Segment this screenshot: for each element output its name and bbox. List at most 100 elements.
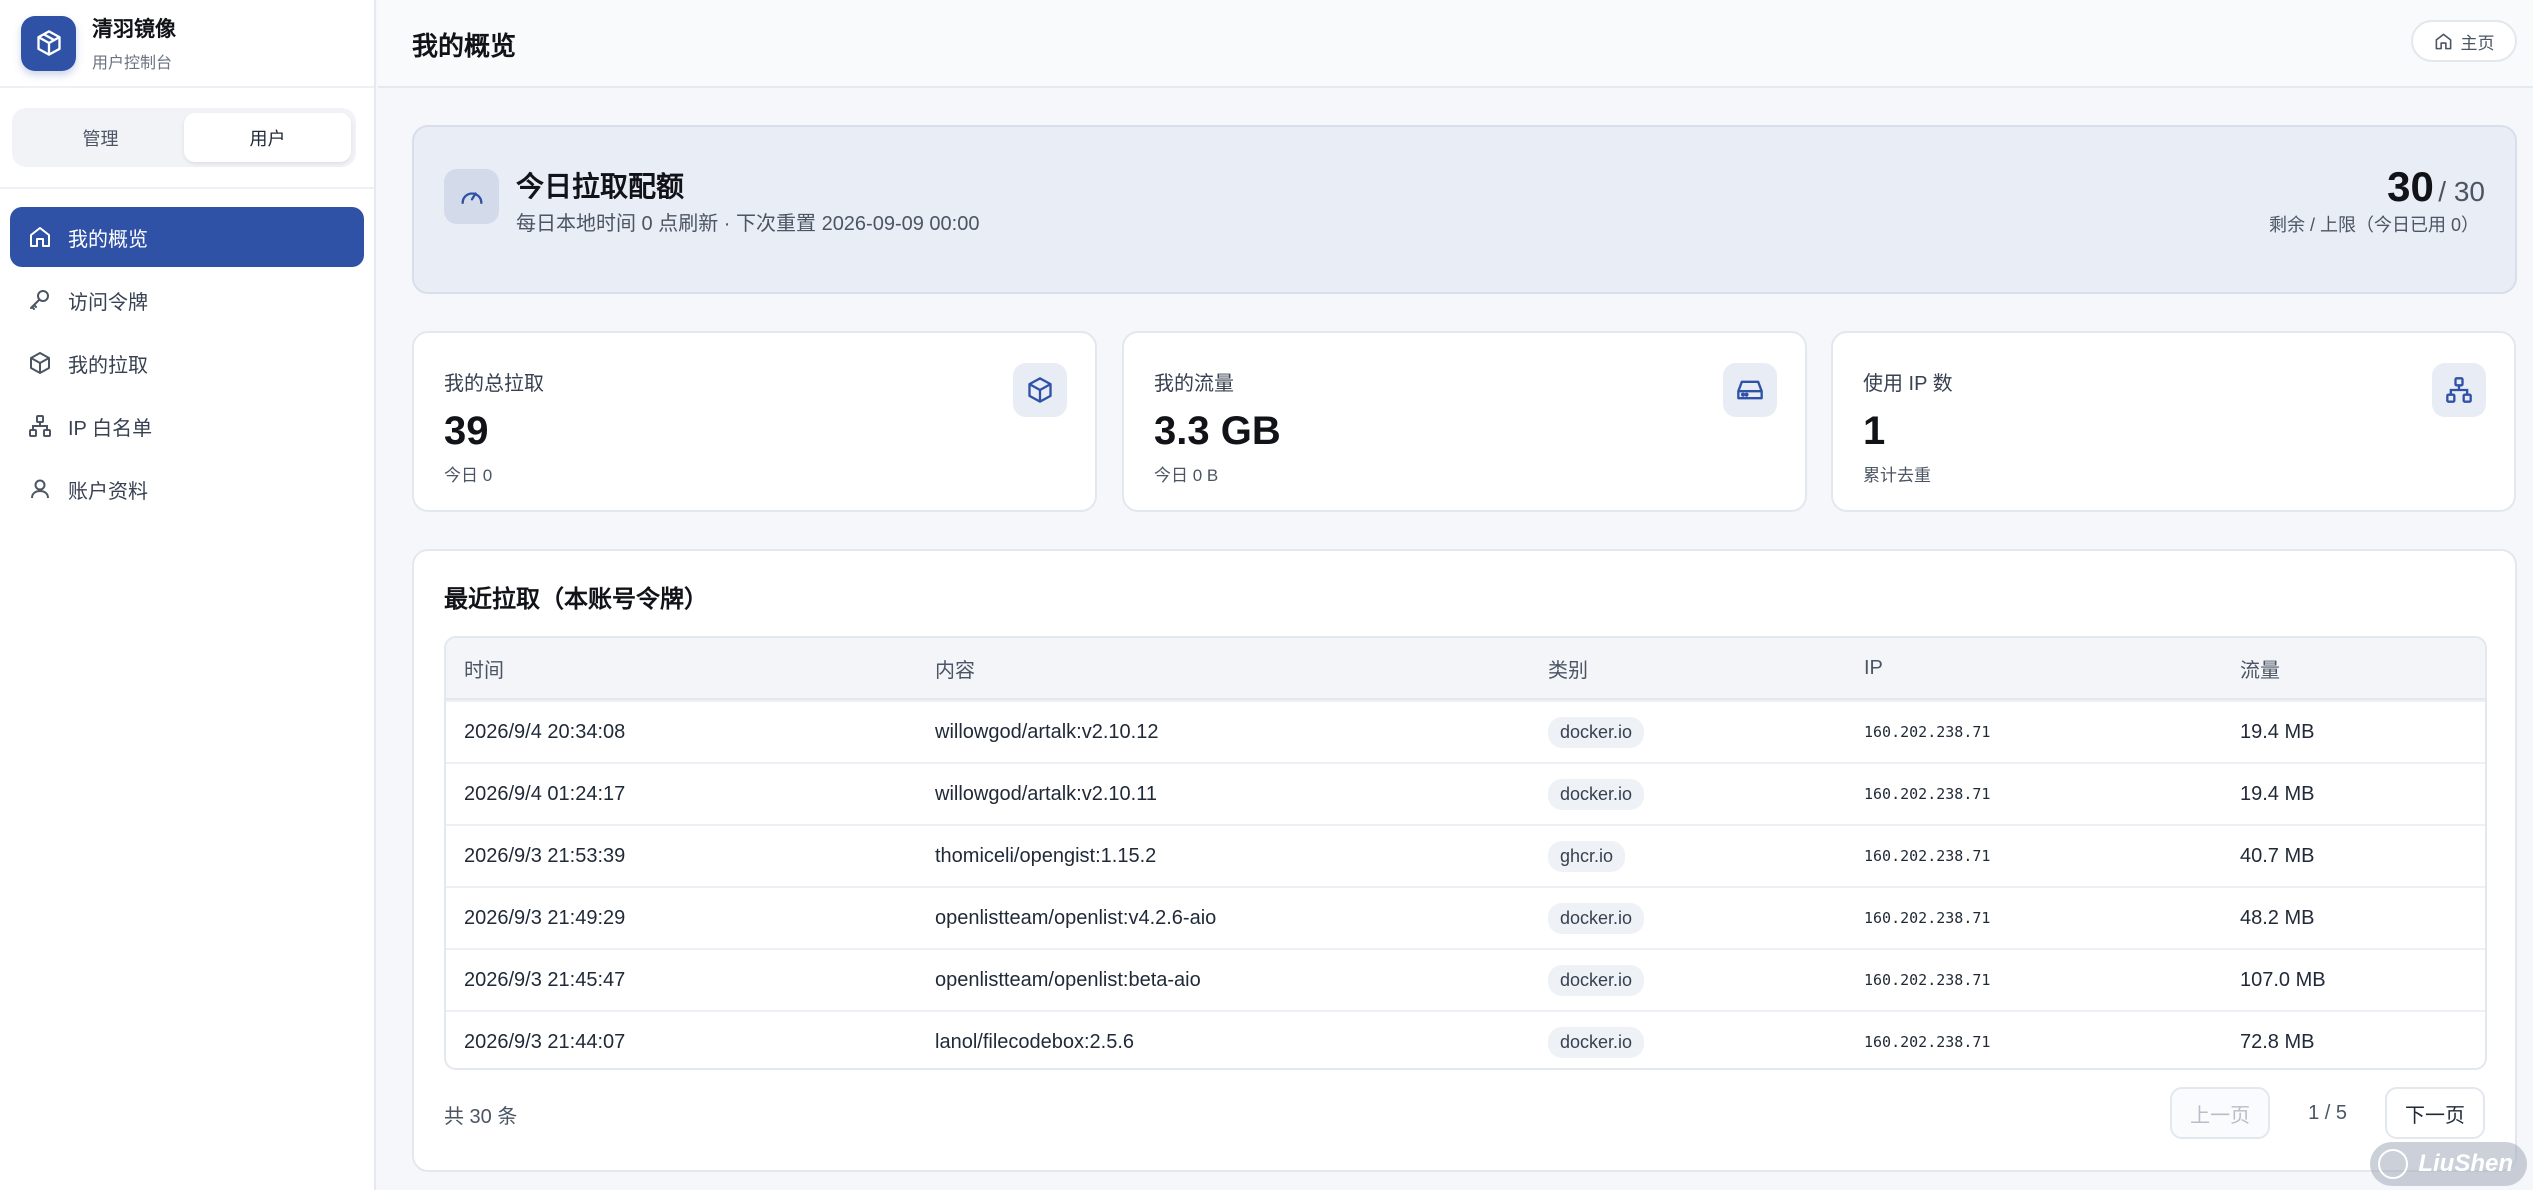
package-icon bbox=[30, 352, 50, 374]
home-icon bbox=[2435, 33, 2451, 49]
sidebar-item-ip-whitelist[interactable]: IP 白名单 bbox=[10, 396, 364, 456]
recent-table: 时间 内容 类别 IP 流量 2026/9/4 20:34:08 willowg… bbox=[444, 636, 2487, 1070]
cell-content: openlistteam/openlist:beta-aio bbox=[935, 968, 1201, 991]
network-icon bbox=[29, 415, 51, 437]
registry-badge: docker.io bbox=[1548, 716, 1645, 748]
cell-traffic: 19.4 MB bbox=[2240, 720, 2315, 743]
column-header: IP bbox=[1864, 656, 1883, 679]
column-header: 内容 bbox=[935, 659, 975, 682]
cell-content: lanol/filecodebox:2.5.6 bbox=[935, 1030, 1135, 1053]
stat-sub: 今日 0 B bbox=[1154, 466, 1219, 485]
cell-traffic: 40.7 MB bbox=[2240, 844, 2315, 867]
page-title: 我的概览 bbox=[412, 31, 517, 61]
sidebar-nav: 我的概览 访问令牌 我的拉取 IP 白名单 账户资料 bbox=[0, 189, 374, 519]
column-header: 时间 bbox=[464, 659, 504, 682]
cell-ip: 160.202.238.71 bbox=[1864, 847, 1991, 865]
cell-content: openlistteam/openlist:v4.2.6-aio bbox=[935, 906, 1217, 929]
brand: 清羽镜像 用户控制台 bbox=[0, 0, 374, 88]
quota-title: 今日拉取配额 bbox=[516, 171, 685, 202]
cell-time: 2026/9/4 01:24:17 bbox=[464, 782, 626, 805]
home-icon bbox=[30, 227, 50, 247]
table-row: 2026/9/4 20:34:08 willowgod/artalk:v2.10… bbox=[446, 700, 2485, 762]
brand-title: 清羽镜像 bbox=[92, 18, 176, 41]
stat-value: 3.3 GB bbox=[1154, 409, 1281, 453]
table-row: 2026/9/3 21:44:07 lanol/filecodebox:2.5.… bbox=[446, 1010, 2485, 1068]
sidebar-item-label: 账户资料 bbox=[68, 480, 148, 503]
table-row: 2026/9/3 21:45:47 openlistteam/openlist:… bbox=[446, 948, 2485, 1010]
cell-time: 2026/9/3 21:49:29 bbox=[464, 906, 626, 929]
table-row: 2026/9/3 21:49:29 openlistteam/openlist:… bbox=[446, 886, 2485, 948]
role-user-button[interactable]: 用户 bbox=[184, 113, 351, 162]
prev-page-button[interactable]: 上一页 bbox=[2170, 1087, 2271, 1139]
sidebar: 清羽镜像 用户控制台 管理 用户 我的概览 访问令牌 我的拉取 IP 白名单 账… bbox=[0, 0, 376, 1190]
cell-content: willowgod/artalk:v2.10.11 bbox=[935, 782, 1157, 805]
sidebar-item-pulls[interactable]: 我的拉取 bbox=[10, 333, 364, 393]
column-header: 类别 bbox=[1548, 659, 1588, 682]
cell-ip: 160.202.238.71 bbox=[1864, 971, 1991, 989]
recent-pulls-card: 最近拉取（本账号令牌） 时间 内容 类别 IP 流量 2026/9/4 20:3… bbox=[412, 549, 2517, 1172]
topbar: 我的概览 主页 bbox=[378, 0, 2533, 88]
registry-badge: docker.io bbox=[1548, 1026, 1645, 1058]
registry-badge: ghcr.io bbox=[1548, 840, 1626, 872]
brand-subtitle: 用户控制台 bbox=[92, 55, 173, 72]
quota-remaining: 30 bbox=[2387, 163, 2434, 210]
page-indicator: 1 / 5 bbox=[2308, 1101, 2347, 1124]
watermark-logo-icon bbox=[2378, 1149, 2409, 1179]
cell-time: 2026/9/3 21:53:39 bbox=[464, 844, 626, 867]
column-header: 流量 bbox=[2240, 659, 2280, 682]
stat-card-total-pulls: 我的总拉取 39 今日 0 bbox=[412, 331, 1097, 512]
home-button-label: 主页 bbox=[2460, 33, 2495, 53]
quota-card: 今日拉取配额 每日本地时间 0 点刷新 · 下次重置 2026-09-09 00… bbox=[412, 125, 2517, 294]
cell-ip: 160.202.238.71 bbox=[1864, 785, 1991, 803]
cell-traffic: 48.2 MB bbox=[2240, 906, 2315, 929]
cell-time: 2026/9/3 21:45:47 bbox=[464, 968, 626, 991]
stat-value: 1 bbox=[1863, 409, 1886, 453]
sidebar-item-label: 我的概览 bbox=[68, 228, 148, 251]
sidebar-item-profile[interactable]: 账户资料 bbox=[10, 459, 364, 519]
package-icon bbox=[1013, 363, 1067, 417]
home-button[interactable]: 主页 bbox=[2411, 20, 2517, 62]
key-icon bbox=[30, 290, 49, 310]
stat-label: 使用 IP 数 bbox=[1863, 373, 1953, 395]
stat-sub: 累计去重 bbox=[1863, 466, 1931, 485]
sidebar-item-label: IP 白名单 bbox=[68, 417, 153, 440]
quota-note: 剩余 / 上限（今日已用 0） bbox=[2268, 215, 2479, 235]
stat-value: 39 bbox=[444, 409, 489, 453]
sidebar-item-label: 我的拉取 bbox=[68, 354, 148, 377]
cell-ip: 160.202.238.71 bbox=[1864, 1033, 1991, 1051]
stat-label: 我的总拉取 bbox=[444, 373, 544, 395]
table-header: 时间 内容 类别 IP 流量 bbox=[446, 638, 2485, 700]
registry-badge: docker.io bbox=[1548, 778, 1645, 810]
role-admin-button[interactable]: 管理 bbox=[17, 113, 184, 162]
network-icon bbox=[2432, 363, 2486, 417]
registry-badge: docker.io bbox=[1548, 902, 1645, 934]
watermark-text: LiuShen bbox=[2418, 1150, 2513, 1177]
cell-time: 2026/9/3 21:44:07 bbox=[464, 1030, 626, 1053]
sidebar-item-tokens[interactable]: 访问令牌 bbox=[10, 270, 364, 330]
cell-time: 2026/9/4 20:34:08 bbox=[464, 720, 626, 743]
user-icon bbox=[31, 479, 49, 499]
cell-ip: 160.202.238.71 bbox=[1864, 909, 1991, 927]
total-count: 共 30 条 bbox=[444, 1106, 518, 1128]
brand-logo-icon bbox=[21, 15, 76, 71]
quota-subtitle: 每日本地时间 0 点刷新 · 下次重置 2026-09-09 00:00 bbox=[516, 213, 980, 235]
pagination: 上一页 1 / 5 下一页 bbox=[2170, 1087, 2485, 1139]
cell-content: willowgod/artalk:v2.10.12 bbox=[935, 720, 1159, 743]
quota-limit: / 30 bbox=[2438, 176, 2485, 207]
cell-content: thomiceli/opengist:1.15.2 bbox=[935, 844, 1157, 867]
drive-icon bbox=[1723, 363, 1777, 417]
stat-label: 我的流量 bbox=[1154, 373, 1234, 395]
cell-traffic: 19.4 MB bbox=[2240, 782, 2315, 805]
sidebar-item-overview[interactable]: 我的概览 bbox=[10, 207, 364, 267]
next-page-button[interactable]: 下一页 bbox=[2385, 1087, 2485, 1139]
recent-title: 最近拉取（本账号令牌） bbox=[444, 586, 708, 613]
cell-traffic: 107.0 MB bbox=[2240, 968, 2326, 991]
cell-traffic: 72.8 MB bbox=[2240, 1030, 2315, 1053]
stat-sub: 今日 0 bbox=[444, 466, 493, 485]
watermark: LiuShen bbox=[2370, 1142, 2527, 1186]
cell-ip: 160.202.238.71 bbox=[1864, 723, 1991, 741]
stat-card-ip-count: 使用 IP 数 1 累计去重 bbox=[1831, 331, 2516, 512]
quota-count: 30 / 30 bbox=[2387, 163, 2485, 211]
role-switch: 管理 用户 bbox=[12, 108, 356, 167]
stat-card-traffic: 我的流量 3.3 GB 今日 0 B bbox=[1122, 331, 1807, 512]
